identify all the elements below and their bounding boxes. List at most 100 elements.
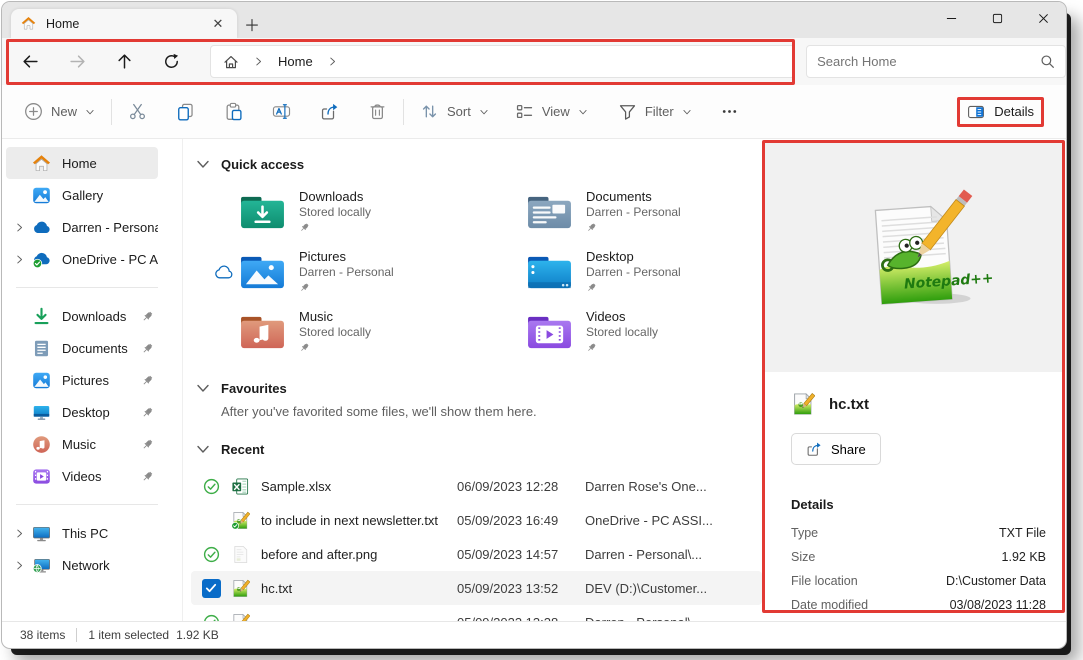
tile-name: Desktop [586, 249, 681, 265]
recent-row-clipped[interactable]: … 05/09/2023 13:28 Darren - Personal\... [191, 605, 762, 621]
pictures-icon [32, 371, 51, 390]
tile-music[interactable]: Music Stored locally [209, 302, 496, 362]
sidebar-item-downloads[interactable]: Downloads [6, 300, 158, 332]
sync-check-icon [203, 614, 220, 622]
detail-value: TXT File [999, 526, 1046, 540]
breadcrumb[interactable]: Home [210, 45, 795, 78]
maximize-button[interactable] [974, 2, 1020, 34]
view-label: View [542, 104, 570, 119]
sidebar-item-desktop[interactable]: Desktop [6, 396, 158, 428]
rename-icon[interactable] [272, 102, 291, 121]
back-icon[interactable] [22, 53, 39, 70]
sidebar-item-label: Gallery [62, 188, 103, 203]
sidebar-item-home[interactable]: Home [6, 147, 158, 179]
sort-icon [420, 102, 439, 121]
chevron-right-icon[interactable] [14, 560, 25, 571]
tile-name: Music [299, 309, 371, 325]
image-file-icon [231, 545, 250, 564]
section-title: Quick access [221, 157, 304, 172]
sort-label: Sort [447, 104, 471, 119]
gallery-icon [32, 186, 51, 205]
breadcrumb-home-icon[interactable] [223, 54, 239, 70]
sidebar-item-videos[interactable]: Videos [6, 460, 158, 492]
file-name: hc.txt [261, 581, 457, 596]
tile-desktop[interactable]: Desktop Darren - Personal [496, 242, 762, 302]
search-box[interactable] [806, 45, 1066, 78]
sidebar-item-label: Desktop [62, 405, 110, 420]
sort-button[interactable]: Sort [420, 102, 489, 121]
detail-label: Type [791, 526, 818, 540]
detail-row-date-modified: Date modified 03/08/2023 11:28 [791, 598, 1046, 612]
notepad-file-icon [231, 579, 250, 598]
sidebar-item-label: Home [62, 156, 97, 171]
sidebar-item-onedrive-pc[interactable]: OneDrive - PC ASSI [6, 243, 158, 275]
details-pane-toggle-button[interactable]: Details [967, 103, 1034, 121]
view-button[interactable]: View [515, 102, 588, 121]
chevron-right-icon[interactable] [14, 528, 25, 539]
chevron-right-icon[interactable] [14, 222, 25, 233]
refresh-icon[interactable] [163, 53, 180, 70]
minimize-button[interactable] [928, 2, 974, 34]
copy-icon[interactable] [176, 102, 195, 121]
tile-videos[interactable]: Videos Stored locally [496, 302, 762, 362]
file-date: 05/09/2023 16:49 [457, 513, 585, 528]
sidebar-item-network[interactable]: Network [6, 549, 158, 581]
section-favourites[interactable]: Favourites [191, 376, 762, 400]
sidebar-item-label: OneDrive - PC ASSI [62, 252, 158, 267]
up-icon[interactable] [116, 53, 133, 70]
sidebar-item-this-pc[interactable]: This PC [6, 517, 158, 549]
selected-checkbox[interactable] [202, 579, 221, 598]
breadcrumb-home-label[interactable]: Home [278, 54, 313, 69]
chevron-right-icon [327, 56, 338, 67]
screenshot-stage: Home ✕ ＋ Home [0, 0, 1083, 660]
more-options-icon[interactable] [720, 102, 739, 121]
paste-icon[interactable] [224, 102, 243, 121]
chevron-down-icon[interactable] [195, 380, 211, 396]
tile-subtitle: Stored locally [299, 325, 371, 340]
home-icon [32, 154, 51, 173]
window-caption-buttons [928, 2, 1066, 38]
close-button[interactable] [1020, 2, 1066, 34]
tile-pictures[interactable]: Pictures Darren - Personal [209, 242, 496, 302]
sidebar-divider [16, 504, 158, 505]
sidebar-item-darren-personal[interactable]: Darren - Personal [6, 211, 158, 243]
delete-icon[interactable] [368, 102, 387, 121]
new-button[interactable]: New [24, 102, 95, 121]
section-recent[interactable]: Recent [191, 437, 762, 461]
favourites-empty-message: After you've favorited some files, we'll… [221, 404, 762, 419]
tab-home[interactable]: Home ✕ [11, 9, 237, 38]
sidebar-item-gallery[interactable]: Gallery [6, 179, 158, 211]
new-tab-button[interactable]: ＋ [237, 9, 267, 38]
section-title: Favourites [221, 381, 287, 396]
cut-icon[interactable] [128, 102, 147, 121]
chevron-down-icon[interactable] [195, 441, 211, 457]
recent-row-newsletter-txt[interactable]: to include in next newsletter.txt 05/09/… [191, 503, 762, 537]
recent-row-hc-txt-selected[interactable]: hc.txt 05/09/2023 13:52 DEV (D:)\Custome… [191, 571, 762, 605]
filter-button[interactable]: Filter [618, 102, 692, 121]
detail-value: D:\Customer Data [946, 574, 1046, 588]
network-icon [32, 556, 51, 575]
tile-downloads[interactable]: Downloads Stored locally [209, 182, 496, 242]
selection-size: 1.92 KB [176, 628, 219, 642]
search-icon[interactable] [1040, 54, 1055, 69]
recent-row-sample-xlsx[interactable]: Sample.xlsx 06/09/2023 12:28 Darren Rose… [191, 469, 762, 503]
section-quick-access[interactable]: Quick access [191, 152, 762, 176]
file-date: 05/09/2023 13:52 [457, 581, 585, 596]
forward-icon[interactable] [69, 53, 86, 70]
sync-check-icon [203, 546, 220, 563]
recent-row-before-after-png[interactable]: before and after.png 05/09/2023 14:57 Da… [191, 537, 762, 571]
search-input[interactable] [817, 54, 1040, 69]
sidebar-item-music[interactable]: Music [6, 428, 158, 460]
tile-documents[interactable]: Documents Darren - Personal [496, 182, 762, 242]
pin-icon [141, 438, 154, 451]
sidebar-item-documents[interactable]: Documents [6, 332, 158, 364]
tab-close-icon[interactable]: ✕ [209, 15, 227, 33]
pin-icon [299, 342, 310, 353]
share-button[interactable]: Share [791, 433, 881, 465]
chevron-down-icon[interactable] [195, 156, 211, 172]
recent-files-list: Sample.xlsx 06/09/2023 12:28 Darren Rose… [191, 469, 762, 621]
chevron-right-icon[interactable] [14, 254, 25, 265]
sidebar-item-pictures[interactable]: Pictures [6, 364, 158, 396]
share-icon[interactable] [320, 102, 339, 121]
pin-icon [141, 310, 154, 323]
